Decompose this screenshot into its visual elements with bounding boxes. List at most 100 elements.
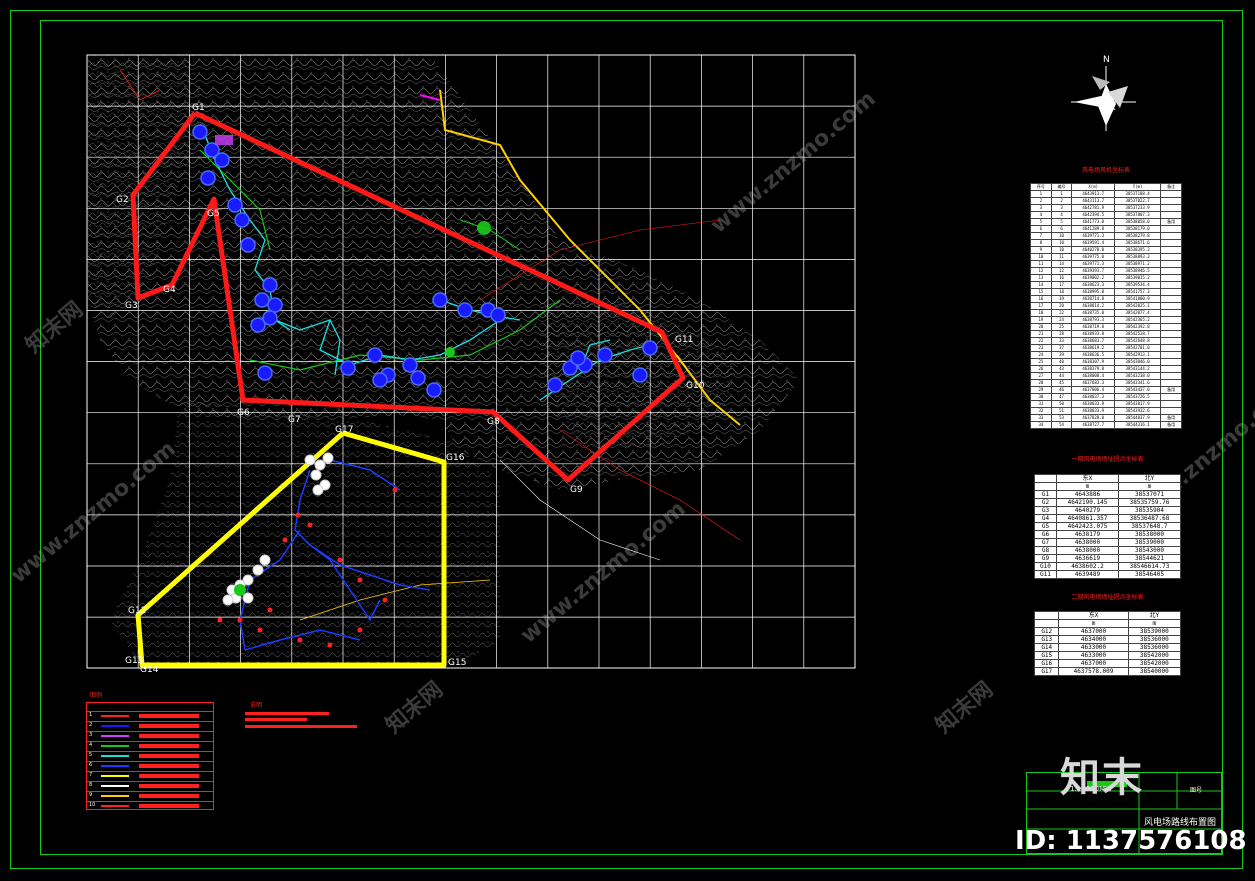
table-cell: 38538058.0 xyxy=(1113,218,1162,226)
table-cell: 26 xyxy=(1030,365,1052,373)
turbine-phase1[interactable] xyxy=(192,124,208,140)
turbine-phase2[interactable] xyxy=(259,554,271,566)
table-cell: 22 xyxy=(1050,309,1073,317)
turbine-phase1[interactable] xyxy=(250,317,266,333)
boundary-point-label: G17 xyxy=(335,425,353,435)
table-cell: 38536000 xyxy=(1127,643,1182,652)
turbine-phase1[interactable] xyxy=(490,307,506,323)
table-cell: 4641773.0 xyxy=(1071,218,1115,226)
table-cell: 38543238.0 xyxy=(1113,372,1162,380)
turbine-phase1[interactable] xyxy=(457,302,473,318)
turbine-phase1[interactable] xyxy=(254,292,270,308)
turbine-phase1[interactable] xyxy=(432,292,448,308)
turbine-phase1[interactable] xyxy=(372,372,388,388)
table-cell: 10 xyxy=(1050,239,1073,247)
turbine-phase1[interactable] xyxy=(642,340,658,356)
table-cell: 24 xyxy=(1030,351,1052,359)
table-cell: 38536487.68 xyxy=(1117,514,1182,523)
table-cell: 4639591.4 xyxy=(1071,239,1115,247)
table-cell: 1 xyxy=(1050,190,1073,198)
table-cell: 34 xyxy=(1030,421,1052,429)
table-cell: 38538395.3 xyxy=(1113,246,1162,254)
table-cell: 4638793.3 xyxy=(1071,316,1115,324)
table-cell xyxy=(1160,267,1182,275)
boundary-point-label: G11 xyxy=(675,335,693,345)
table-cell xyxy=(1160,190,1182,198)
turbine-phase1[interactable] xyxy=(200,170,216,186)
table-cell: 18 xyxy=(1050,288,1073,296)
table-cell: 15 xyxy=(1030,288,1052,296)
table-row: 20 25 4638719.8 38542392.8 xyxy=(1030,323,1182,331)
legend-row-number: 10 xyxy=(89,802,96,808)
turbine-phase2[interactable] xyxy=(304,454,316,466)
table-cell: 23 xyxy=(1030,344,1052,352)
table-cell: 3 xyxy=(1030,204,1052,212)
turbine-phase1[interactable] xyxy=(340,360,356,376)
table-cell: 4640279 xyxy=(1055,506,1119,515)
table-row: G5 4642423.075 38537648.7 xyxy=(1034,522,1182,531)
table-header-cell xyxy=(1033,619,1060,628)
table-row: 10 11 4639775.0 38538893.3 xyxy=(1030,253,1182,261)
turbine-phase1[interactable] xyxy=(262,277,278,293)
turbine-phase2[interactable] xyxy=(314,459,326,471)
table-cell: 38542648.8 xyxy=(1113,337,1162,345)
turbine-phase1[interactable] xyxy=(426,382,442,398)
turbine-phase1[interactable] xyxy=(267,297,283,313)
table-cell: 38542000 xyxy=(1127,659,1182,668)
turbine-phase1[interactable] xyxy=(227,197,243,213)
table-cell: 38538971.2 xyxy=(1113,260,1162,268)
table-cell: 10 xyxy=(1050,246,1073,254)
table-cell: 38543144.2 xyxy=(1113,365,1162,373)
legend-symbol xyxy=(101,755,129,757)
boundary-point-label: G15 xyxy=(448,658,466,668)
table-row: 3 3 4642781.9 38537233.9 xyxy=(1030,204,1182,212)
turbine-phase1[interactable] xyxy=(214,152,230,168)
table-row: 18 22 4638735.0 38542077.4 xyxy=(1030,309,1182,317)
table-cell xyxy=(1160,225,1182,233)
table-cell: 4 xyxy=(1050,211,1073,219)
table-row: 5 5 4641773.0 38538058.0 备用 xyxy=(1030,218,1182,226)
table-cell: 13 xyxy=(1030,274,1052,282)
turbine-phase1[interactable] xyxy=(410,370,426,386)
table-cell: 38542025.1 xyxy=(1113,302,1162,310)
turbine-phase2[interactable] xyxy=(322,452,334,464)
table-cell: 4638623.3 xyxy=(1071,281,1115,289)
turbine-phase1[interactable] xyxy=(234,212,250,228)
table-cell: 4637683.3 xyxy=(1071,379,1115,387)
table-cell: 4638379.0 xyxy=(1071,365,1115,373)
table-cell: 4638037.3 xyxy=(1071,393,1115,401)
table-cell: 备用 xyxy=(1160,421,1182,429)
turbine-phase1[interactable] xyxy=(257,365,273,381)
table-cell xyxy=(1160,253,1182,261)
table-row: 28 45 4637683.3 38543341.6 xyxy=(1030,379,1182,387)
turbine-phase1[interactable] xyxy=(402,357,418,373)
table-row: G13 4634000 38536000 xyxy=(1033,635,1182,644)
turbine-phase1[interactable] xyxy=(597,347,613,363)
table-cell: 32 xyxy=(1030,407,1052,415)
turbine-phase1[interactable] xyxy=(547,377,563,393)
table-cell: 12 xyxy=(1050,267,1073,275)
turbine-phase2[interactable] xyxy=(222,594,234,606)
table-row: G2 4642190.145 38535759.76 xyxy=(1034,498,1182,507)
turbine-phase2[interactable] xyxy=(242,592,254,604)
table-cell: 33 xyxy=(1050,337,1073,345)
turbine-phase1[interactable] xyxy=(367,347,383,363)
turbine-phase2[interactable] xyxy=(312,484,324,496)
table-cell: 38543726.5 xyxy=(1113,393,1162,401)
table-cell: 33 xyxy=(1030,414,1052,422)
table-header-cell: 编号 xyxy=(1050,183,1073,191)
table-cell: 1 xyxy=(1030,190,1052,198)
table-cell xyxy=(1160,393,1182,401)
turbine-phase2[interactable] xyxy=(310,469,322,481)
turbine-phase1[interactable] xyxy=(632,367,648,383)
turbine-phase2[interactable] xyxy=(252,564,264,576)
table-cell: 38537233.9 xyxy=(1113,204,1162,212)
table-cell: 4643913.7 xyxy=(1071,190,1115,198)
cable-joint xyxy=(295,512,301,518)
legend-row: 10 xyxy=(87,801,213,811)
legend-row: 1 xyxy=(87,711,213,721)
turbine-phase1[interactable] xyxy=(240,237,256,253)
table-cell: 38543341.6 xyxy=(1113,379,1162,387)
turbine-phase1[interactable] xyxy=(570,350,586,366)
legend-row: 3 xyxy=(87,731,213,741)
